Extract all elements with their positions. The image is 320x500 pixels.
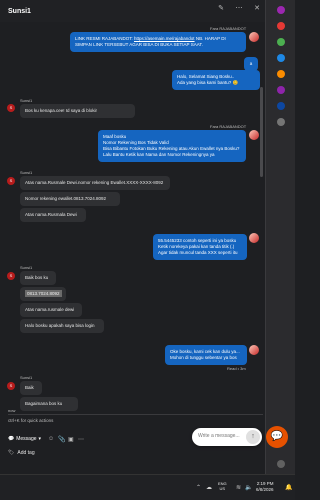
tag-icon: 🏷 (8, 450, 15, 456)
games-icon[interactable] (277, 70, 285, 78)
settings-icon[interactable] (277, 460, 285, 468)
language-indicator[interactable]: ENG US (218, 481, 227, 491)
sender-name: Sunsi1 (20, 170, 33, 175)
cloud-icon[interactable]: ☁ (206, 484, 212, 491)
incoming-message: Atas nama.Rusmala Dewi (20, 208, 86, 222)
more-icon[interactable]: ⋯ (235, 5, 243, 13)
shopping-icon[interactable] (277, 38, 285, 46)
sender-name: Sunsi1 (20, 375, 33, 380)
chat-launcher-button[interactable]: 💬 (266, 426, 288, 448)
write-message-widget[interactable]: Write a message... ↑ (192, 428, 262, 446)
office-icon[interactable] (277, 86, 285, 94)
chevron-up-icon[interactable]: ⌃ (196, 484, 201, 491)
clock[interactable]: 2:19 PM 6/8/2026 (256, 481, 274, 493)
message-time: now (8, 408, 16, 413)
close-icon[interactable]: ✕ (253, 5, 261, 13)
edit-icon[interactable]: ✎ (217, 5, 225, 13)
sender-name: Fara RAJABANDOT (210, 124, 247, 129)
notification-icon[interactable]: 🔔 (285, 484, 292, 491)
app-window: Sunsi1 ✎ ⋯ ✕ Fara RAJABANDOT LINK RESMI … (0, 0, 295, 500)
incoming-message: Atas nama.Rusmale Dewi.nomor rekening Ew… (20, 176, 170, 190)
outgoing-message: a (244, 57, 258, 71)
reply-input[interactable]: ctrl+K for quick actions (8, 418, 53, 423)
incoming-message: Baik bos ku (20, 271, 56, 285)
message-type-dropdown[interactable]: 💬 Message ▾ (8, 436, 41, 442)
taskbar: ⌃ ☁ ENG US ≋ 🔈 2:19 PM 6/8/2026 🔔 (0, 474, 295, 500)
agent-avatar (249, 32, 259, 42)
attach-icon[interactable]: 📎 (58, 436, 65, 443)
agent-avatar (249, 345, 259, 355)
chat-title: Sunsi1 (8, 7, 31, 15)
scrollbar[interactable] (260, 87, 263, 177)
volume-icon[interactable]: 🔈 (245, 484, 252, 491)
add-icon[interactable] (277, 118, 285, 126)
agent-avatar (249, 130, 259, 140)
outgoing-message: Maaf bosku Nomor Rekening Bos Tidak Vali… (98, 130, 246, 162)
customer-avatar: S (7, 382, 15, 390)
incoming-message: 0813.7024.8092 (20, 287, 66, 301)
emoji-icon[interactable]: ☺ (48, 436, 54, 442)
chat-bubble-icon: 💬 (8, 436, 15, 442)
message-list[interactable]: Fara RAJABANDOT LINK RESMI RAJABANDOT: h… (0, 22, 265, 414)
gif-icon[interactable]: ▣ (68, 436, 74, 443)
write-message-placeholder: Write a message... (198, 433, 240, 439)
incoming-message: Halo bosku apakah saya bisa login (20, 319, 104, 333)
divider (8, 414, 263, 415)
incoming-message: Atas nama.rusmale dewi (20, 303, 82, 317)
customer-avatar: S (7, 177, 15, 185)
incoming-message: Bos ku kenapa.cee! Id saya di blokir (20, 104, 135, 118)
incoming-message: Baik (20, 381, 42, 395)
incoming-message: Bagaimana bos ku (20, 397, 78, 411)
customer-avatar: S (7, 104, 15, 112)
outgoing-message: Oke bosku, kami cek kan dulu ya... Mohon… (165, 345, 247, 365)
sender-name: Fara RAJABANDOT (210, 26, 247, 31)
apps-icon[interactable] (277, 22, 285, 30)
chat-icon: 💬 (270, 431, 284, 442)
more-tools-icon[interactable]: ⋯ (78, 436, 84, 443)
copilot-icon[interactable] (277, 6, 285, 14)
read-receipt: Read • 3m (227, 366, 246, 371)
add-tag-button[interactable]: 🏷 Add tag (8, 450, 35, 456)
outgoing-message: 55.5445233 contoh seperti ini ya bosku K… (153, 234, 247, 260)
wifi-icon[interactable]: ≋ (236, 484, 241, 491)
message-link[interactable]: https://asemain.me/rajabandot (134, 36, 195, 41)
agent-avatar (249, 233, 259, 243)
outgoing-message: Halo, Selamat Siang Bosku.. Ada yang bis… (172, 70, 260, 90)
outlook-icon[interactable] (277, 102, 285, 110)
sender-name: Sunsi1 (20, 98, 33, 103)
chevron-down-icon: ▾ (38, 436, 42, 442)
outgoing-message: LINK RESMI RAJABANDOT: https://asemain.m… (70, 32, 246, 52)
send-arrow-icon[interactable]: ↑ (246, 430, 260, 444)
sender-name: Sunsi1 (20, 265, 33, 270)
tools-icon[interactable] (277, 54, 285, 62)
chat-header: Sunsi1 ✎ ⋯ ✕ (0, 0, 265, 22)
incoming-message: Nomor rekening ewallet.0813.7024.8092 (20, 192, 120, 206)
browser-sidebar (265, 0, 295, 474)
customer-avatar: S (7, 272, 15, 280)
header-actions: ✎ ⋯ ✕ (217, 5, 261, 13)
